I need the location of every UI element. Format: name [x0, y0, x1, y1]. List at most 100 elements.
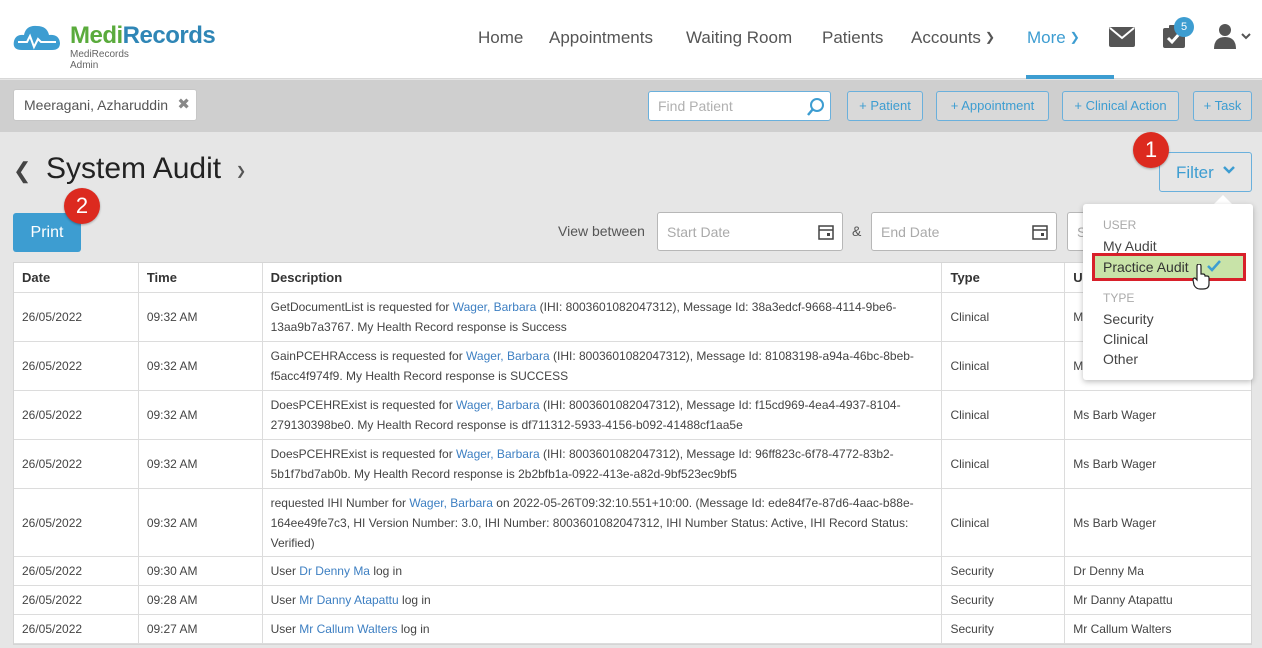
filter-option-other[interactable]: Other	[1103, 351, 1138, 367]
nav-patients[interactable]: Patients	[822, 28, 883, 48]
add-patient-button[interactable]: + Patient	[847, 91, 923, 121]
back-chevron-icon[interactable]: ❮	[13, 158, 31, 184]
find-patient-input[interactable]	[649, 92, 799, 120]
nav-accounts-label: Accounts	[911, 28, 981, 47]
table-row[interactable]: 26/05/2022 09:32 AM GetDocumentList is req…	[14, 293, 1251, 342]
description-prefix: User	[270, 622, 300, 636]
table-row[interactable]: 26/05/2022 09:32 AM DoesPCEHRExist is requ…	[14, 440, 1251, 489]
start-date-field[interactable]: Start Date	[657, 212, 843, 251]
chevron-down-icon	[1223, 166, 1235, 174]
logo-part-medi: Medi	[70, 22, 123, 49]
description-patient-link[interactable]: Wager, Barbara	[453, 300, 537, 314]
current-patient-pill[interactable]: Meeragani, Azharuddin ✖	[13, 89, 197, 121]
row-time: 09:32 AM	[139, 440, 263, 488]
chevron-down-icon[interactable]: ❯	[236, 164, 246, 178]
filter-option-my-audit[interactable]: My Audit	[1103, 238, 1157, 254]
description-patient-link[interactable]: Mr Danny Atapattu	[299, 593, 398, 607]
row-time: 09:27 AM	[139, 615, 263, 643]
table-header-row: Date Time Description Type U	[14, 263, 1251, 293]
row-date: 26/05/2022	[14, 440, 139, 488]
description-patient-link[interactable]: Mr Callum Walters	[299, 622, 397, 636]
page-title: System Audit	[46, 152, 222, 185]
logo-part-records: Records	[122, 22, 216, 49]
description-prefix: DoesPCEHRExist is requested for	[270, 447, 457, 461]
table-body: 26/05/2022 09:32 AM GetDocumentList is req…	[14, 293, 1251, 644]
description-patient-link[interactable]: Dr Denny Ma	[299, 564, 370, 578]
row-type: Security	[942, 615, 1066, 643]
hand-cursor-icon	[1192, 264, 1210, 290]
table-row[interactable]: 26/05/2022 09:32 AM requested IHI Number f…	[14, 489, 1251, 557]
add-task-button[interactable]: + Task	[1193, 91, 1252, 121]
calendar-icon[interactable]	[1032, 224, 1048, 240]
table-row[interactable]: 26/05/2022 09:30 AM User Dr Denny Ma log i…	[14, 557, 1251, 586]
row-date: 26/05/2022	[14, 557, 139, 585]
row-description-text: User Mr Danny Atapattu log in	[271, 590, 431, 610]
filter-button[interactable]: Filter	[1159, 152, 1252, 192]
logo-subtitle: MediRecords Admin	[70, 49, 129, 71]
search-icon[interactable]	[806, 97, 826, 117]
calendar-icon[interactable]	[818, 224, 834, 240]
nav-appointments[interactable]: Appointments	[549, 28, 653, 48]
filter-option-security[interactable]: Security	[1103, 311, 1154, 327]
row-time: 09:32 AM	[139, 293, 263, 341]
nav-home[interactable]: Home	[478, 28, 523, 48]
description-patient-link[interactable]: Wager, Barbara	[456, 398, 540, 412]
tasks-count-badge: 5	[1174, 17, 1194, 37]
table-row[interactable]: 26/05/2022 09:27 AM User Mr Callum Walters…	[14, 615, 1251, 644]
main-content: ❮ System Audit ❯ Print View between Star…	[0, 132, 1262, 648]
column-header-type[interactable]: Type	[942, 263, 1066, 292]
add-clinical-action-button[interactable]: + Clinical Action	[1062, 91, 1179, 121]
column-header-time[interactable]: Time	[139, 263, 263, 292]
row-type: Clinical	[942, 293, 1066, 341]
table-row[interactable]: 26/05/2022 09:32 AM DoesPCEHRExist is requ…	[14, 391, 1251, 440]
description-patient-link[interactable]: Wager, Barbara	[409, 496, 493, 510]
description-suffix: log in	[398, 593, 431, 607]
row-description: GetDocumentList is requested for Wager, …	[263, 293, 943, 341]
top-navigation: MediRecords MediRecords Admin Home Appoi…	[0, 0, 1262, 79]
add-appointment-button[interactable]: + Appointment	[936, 91, 1049, 121]
nav-more[interactable]: More ❯	[1027, 28, 1080, 48]
cloud-logo-icon	[13, 25, 60, 50]
nav-accounts[interactable]: Accounts ❯	[911, 28, 995, 48]
filter-option-practice-audit[interactable]: Practice Audit	[1092, 253, 1246, 281]
current-patient-name: Meeragani, Azharuddin	[24, 97, 168, 113]
row-date: 26/05/2022	[14, 615, 139, 643]
row-time: 09:32 AM	[139, 391, 263, 439]
row-description: requested IHI Number for Wager, Barbara …	[263, 489, 943, 556]
table-row[interactable]: 26/05/2022 09:28 AM User Mr Danny Atapattu…	[14, 586, 1251, 615]
view-between-label: View between	[558, 223, 645, 239]
description-patient-link[interactable]: Wager, Barbara	[466, 349, 550, 363]
row-description: User Mr Callum Walters log in	[263, 615, 943, 643]
nav-active-indicator	[1026, 75, 1114, 79]
filter-user-heading: USER	[1103, 218, 1137, 232]
logo-wordmark: MediRecords	[70, 22, 216, 50]
row-type: Clinical	[942, 440, 1066, 488]
user-account-icon[interactable]	[1214, 23, 1252, 49]
nav-waiting-room[interactable]: Waiting Room	[686, 28, 792, 48]
row-date: 26/05/2022	[14, 391, 139, 439]
row-time: 09:30 AM	[139, 557, 263, 585]
table-row[interactable]: 26/05/2022 09:32 AM GainPCEHRAccess is req…	[14, 342, 1251, 391]
callout-badge-2: 2	[64, 188, 100, 224]
column-header-date[interactable]: Date	[14, 263, 139, 292]
chevron-down-icon: ❯	[1069, 30, 1080, 44]
filter-dropdown: USER My Audit TYPE Security Clinical Oth…	[1083, 204, 1253, 380]
description-suffix: log in	[369, 564, 403, 578]
row-time: 09:28 AM	[139, 586, 263, 614]
filter-label: Filter	[1176, 163, 1214, 182]
close-icon[interactable]: ✖	[177, 95, 190, 113]
mail-icon[interactable]	[1109, 27, 1135, 47]
filter-type-heading: TYPE	[1103, 291, 1135, 305]
filter-option-practice-audit-label: Practice Audit	[1103, 259, 1189, 275]
description-prefix: DoesPCEHRExist is requested for	[270, 398, 457, 412]
description-patient-link[interactable]: Wager, Barbara	[456, 447, 540, 461]
row-time: 09:32 AM	[139, 342, 263, 390]
end-date-field[interactable]: End Date	[871, 212, 1057, 251]
row-description: DoesPCEHRExist is requested for Wager, B…	[263, 391, 943, 439]
column-header-description[interactable]: Description	[263, 263, 943, 292]
row-type: Security	[942, 557, 1066, 585]
description-prefix: GainPCEHRAccess is requested for	[270, 349, 467, 363]
filter-option-clinical[interactable]: Clinical	[1103, 331, 1148, 347]
description-prefix: GetDocumentList is requested for	[270, 300, 453, 314]
chevron-down-icon: ❯	[984, 30, 995, 44]
